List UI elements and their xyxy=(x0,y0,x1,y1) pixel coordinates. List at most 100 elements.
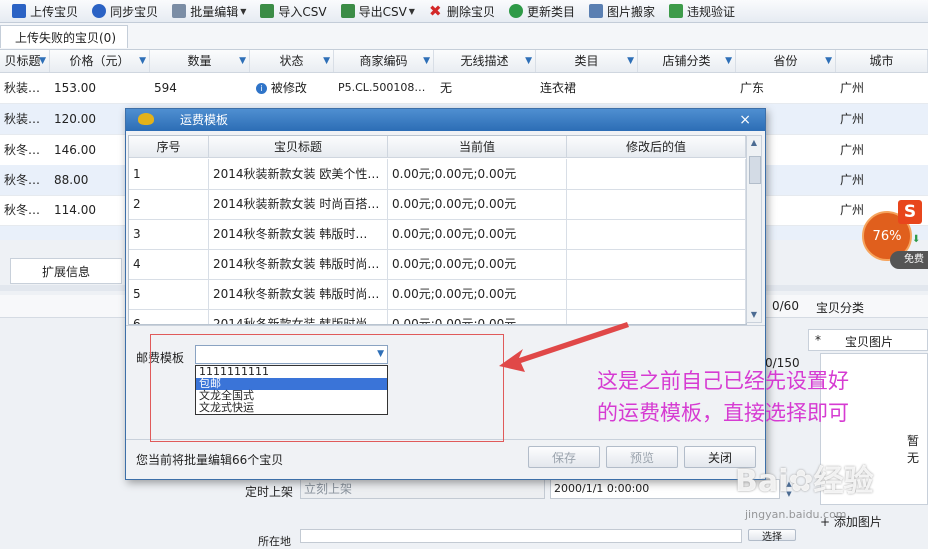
filter-icon[interactable]: ▼ xyxy=(139,50,146,72)
col-city[interactable]: 城市 xyxy=(836,50,928,72)
select-button[interactable]: 选择 xyxy=(748,529,796,543)
table-row[interactable]: 1 2014秋装新款女装 欧美个性… 0.00元;0.00元;0.00元 xyxy=(129,159,746,190)
filter-icon[interactable]: ▼ xyxy=(323,50,330,72)
cell-price: 153.00 xyxy=(54,81,96,95)
filter-icon[interactable]: ▼ xyxy=(525,50,532,72)
info-icon: i xyxy=(256,83,267,94)
cell-code: P5.CL.500108… xyxy=(338,81,426,94)
export-icon xyxy=(340,4,355,18)
col-new[interactable]: 修改后的值 xyxy=(567,136,746,158)
grid-header: 贝标题 ▼ 价格（元） ▼ 数量 ▼ 状态 ▼ 商家编码 ▼ 无线描述 ▼ 类目 ▼ 店铺分类… xyxy=(0,50,928,73)
cell-city: 广州 xyxy=(840,143,865,157)
col-title[interactable]: 宝贝标题 xyxy=(209,136,388,158)
update-category-button[interactable]: 更新类目 xyxy=(508,1,575,21)
char-counter: 0/60 xyxy=(772,299,799,313)
save-button[interactable]: 保存 xyxy=(528,446,600,468)
col-wireless[interactable]: 无线描述 ▼ xyxy=(434,50,536,72)
filter-icon[interactable]: ▼ xyxy=(627,50,634,72)
filter-icon[interactable]: ▼ xyxy=(39,50,46,72)
table-row[interactable]: 秋装… 153.00 594 i 被修改 P5.CL.500108… 无 连衣裙… xyxy=(0,73,928,104)
image-icon xyxy=(588,4,603,18)
vertical-scrollbar[interactable]: ▲ ▼ xyxy=(746,135,762,323)
table-row[interactable]: 6 2014秋冬新款女装 韩版时尚… 0.00元;0.00元;0.00元 xyxy=(129,309,746,324)
cell-title: 秋冬… xyxy=(4,203,41,217)
scroll-down-icon[interactable]: ▼ xyxy=(747,308,761,322)
col-category[interactable]: 类目 ▼ xyxy=(536,50,638,72)
preview-button[interactable]: 预览 xyxy=(606,446,678,468)
table-row[interactable]: 2 2014秋装新款女装 时尚百搭… 0.00元;0.00元;0.00元 xyxy=(129,189,746,220)
scroll-thumb[interactable] xyxy=(749,156,761,184)
refresh-icon xyxy=(508,4,523,18)
sogou-logo-icon: S xyxy=(898,200,922,224)
import-icon xyxy=(260,4,275,18)
table-row[interactable]: 5 2014秋冬新款女装 韩版时尚… 0.00元;0.00元;0.00元 xyxy=(129,279,746,310)
check-icon xyxy=(669,4,683,18)
baidu-watermark: Bai✿经验 xyxy=(735,464,874,499)
location-field[interactable] xyxy=(300,529,742,543)
col-title[interactable]: 贝标题 ▼ xyxy=(0,50,50,72)
option-item[interactable]: 1111111111 xyxy=(196,366,387,378)
sync-button[interactable]: 同步宝贝 xyxy=(92,1,158,21)
col-code[interactable]: 商家编码 ▼ xyxy=(334,50,434,72)
cell-title: 秋装… xyxy=(4,112,41,126)
annotation-text: 这是之前自己已经先设置好 xyxy=(597,369,849,393)
col-province[interactable]: 省份 ▼ xyxy=(736,50,836,72)
tab-extended-info[interactable]: 扩展信息 xyxy=(10,258,122,284)
cell-title: 秋冬… xyxy=(4,173,41,187)
chevron-down-icon: ▼ xyxy=(240,6,247,16)
annotation-text: 的运费模板，直接选择即可 xyxy=(597,401,849,425)
col-current[interactable]: 当前值 xyxy=(388,136,567,158)
cell-city: 广州 xyxy=(840,81,865,95)
filter-icon[interactable]: ▼ xyxy=(239,50,246,72)
scroll-up-icon[interactable]: ▲ xyxy=(747,136,761,150)
image-move-button[interactable]: 图片搬家 xyxy=(588,1,655,21)
template-select[interactable]: ▼ xyxy=(195,345,388,364)
chevron-down-icon[interactable]: ▼ xyxy=(377,349,384,359)
dialog-titlebar: 运费模板 × xyxy=(126,109,765,131)
tab-images[interactable]: * 宝贝图片 xyxy=(808,329,928,351)
table-row[interactable]: 4 2014秋冬新款女装 韩版时尚… 0.00元;0.00元;0.00元 xyxy=(129,249,746,280)
sync-icon xyxy=(92,4,107,18)
cell-province: 广东 xyxy=(740,81,765,95)
filter-icon[interactable]: ▼ xyxy=(825,50,832,72)
footer-text: 您当前将批量编辑66个宝贝 xyxy=(136,453,284,467)
cell-title: 秋冬… xyxy=(4,143,41,157)
baobei-category-label: 宝贝分类 xyxy=(816,301,865,315)
col-status[interactable]: 状态 ▼ xyxy=(250,50,334,72)
violation-check-button[interactable]: 违规验证 xyxy=(669,1,735,21)
download-arrow-icon: ⬇ xyxy=(912,234,921,245)
import-csv-button[interactable]: 导入CSV xyxy=(260,1,327,21)
schedule-select[interactable]: 立刻上架 xyxy=(300,479,545,499)
location-label: 所在地 xyxy=(258,535,291,548)
cell-status: i 被修改 xyxy=(252,73,334,103)
delete-icon: ✖ xyxy=(428,2,442,20)
table-row[interactable]: 3 2014秋冬新款女装 韩版时… 0.00元;0.00元;0.00元 xyxy=(129,219,746,250)
batch-edit-button[interactable]: 批量编辑 ▼ xyxy=(172,1,246,21)
cell-city: 广州 xyxy=(840,112,865,126)
cell-category: 连衣裙 xyxy=(540,81,577,95)
schedule-label: 定时上架 xyxy=(245,485,294,499)
tab-bar: 上传失败的宝贝(0) xyxy=(0,23,928,50)
cell-title: 秋装… xyxy=(4,81,41,95)
col-price[interactable]: 价格（元） ▼ xyxy=(50,50,150,72)
col-shop-category[interactable]: 店铺分类 ▼ xyxy=(638,50,736,72)
template-options-list: 1111111111 包邮 文龙全国式 文龙式快运 xyxy=(195,365,388,415)
delete-button[interactable]: ✖ 删除宝贝 xyxy=(429,1,495,21)
app-logo-icon xyxy=(138,113,154,125)
divider xyxy=(126,325,765,326)
edit-icon xyxy=(172,4,187,18)
close-icon[interactable]: × xyxy=(739,109,751,131)
option-item[interactable]: 文龙式快运 xyxy=(196,402,387,414)
col-index[interactable]: 序号 xyxy=(129,136,209,158)
free-wifi-badge[interactable]: 免费 xyxy=(890,251,928,269)
tab-upload-failed[interactable]: 上传失败的宝贝(0) xyxy=(0,25,128,48)
filter-icon[interactable]: ▼ xyxy=(725,50,732,72)
cell-city: 广州 xyxy=(840,173,865,187)
watermark-url: jingyan.baidu.com xyxy=(745,508,847,521)
paw-icon: ✿ xyxy=(788,464,814,499)
export-csv-button[interactable]: 导出CSV ▼ xyxy=(340,1,415,21)
upload-button[interactable]: ▼ 上传宝贝 xyxy=(0,1,78,21)
cell-qty: 594 xyxy=(154,81,177,95)
col-qty[interactable]: 数量 ▼ xyxy=(150,50,250,72)
filter-icon[interactable]: ▼ xyxy=(423,50,430,72)
